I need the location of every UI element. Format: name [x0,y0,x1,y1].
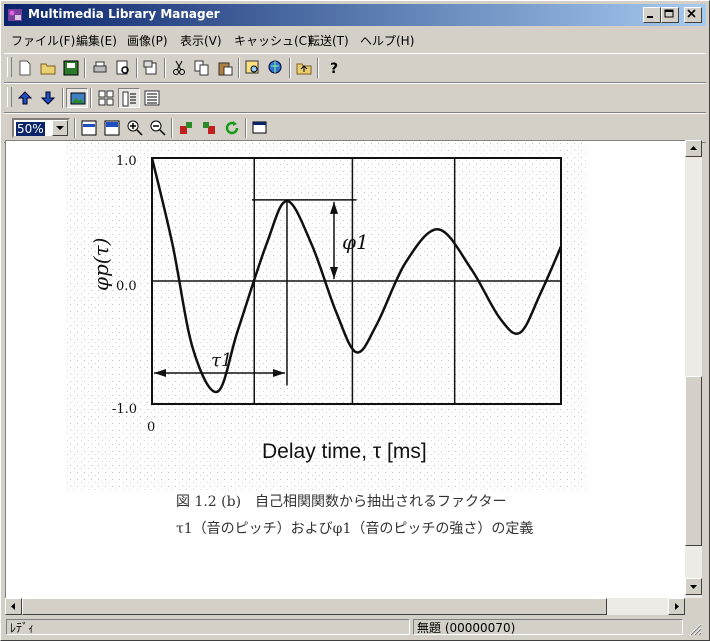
toolbar-separator [238,58,240,78]
vertical-scrollbar[interactable] [685,140,702,599]
x-axis-label: Delay time, τ [ms] [262,440,427,463]
new-document-icon[interactable] [14,58,36,78]
y-tick-1: 1.0 [116,154,137,169]
menu-file[interactable]: ファイル(F) [11,32,75,49]
fit-page-icon[interactable] [101,118,123,138]
x-tick-0: 0 [147,420,155,435]
minimize-button[interactable] [643,7,661,23]
tau-annotation: τ1 [211,350,232,371]
print-preview-icon[interactable] [112,58,134,78]
toolbar-separator [62,88,64,108]
window-title: Multimedia Library Manager [28,7,220,21]
toolbar-separator [90,88,92,108]
next-arrow-icon[interactable] [37,88,59,108]
toolbar-separator [245,118,247,138]
horizontal-scroll-thumb[interactable] [22,598,607,615]
toolbar-separator [289,58,291,78]
fit-width-icon[interactable] [78,118,100,138]
paste-icon[interactable] [214,58,236,78]
title-bar[interactable]: Multimedia Library Manager [4,4,706,26]
zoom-value: 50% [16,122,45,136]
menu-view[interactable]: 表示(V) [180,32,222,49]
zoom-out-icon[interactable] [147,118,169,138]
scan-noise [66,141,586,491]
vertical-scroll-thumb[interactable] [685,376,702,546]
zoom-in-icon[interactable] [124,118,146,138]
rotate-left-icon[interactable] [175,118,197,138]
toolbar-separator [171,118,173,138]
menu-bar: ファイル(F) 編集(E) 画像(P) 表示(V) キャッシュ(C) 転送(T)… [4,29,706,51]
toolbar-separator [74,118,76,138]
status-ready: ﾚﾃﾞｨ [6,619,410,635]
save-image-icon[interactable] [60,58,82,78]
scroll-down-button[interactable] [685,578,702,595]
up-folder-icon[interactable] [293,58,315,78]
image-viewport[interactable]: 1.0 0.0 -1.0 0 φp(τ) Delay time, τ [ms] … [5,140,686,599]
scroll-right-button[interactable] [668,598,685,615]
previous-arrow-icon[interactable] [14,88,36,108]
image-view-icon[interactable] [66,88,88,108]
app-icon[interactable] [7,7,23,23]
toolbar-grip[interactable] [7,57,12,77]
figure-caption-line2: τ1（音のピッチ）およびφ1（音のピッチの強さ）の定義 [176,521,534,537]
toolbar-separator [317,58,319,78]
menu-transfer[interactable]: 転送(T) [308,32,349,49]
phi-annotation: φ1 [342,230,369,254]
menu-edit[interactable]: 編集(E) [76,32,117,49]
refresh-icon[interactable] [221,118,243,138]
status-bar: ﾚﾃﾞｨ 無題 (00000070) [4,618,706,638]
resize-grip-icon[interactable] [688,622,702,639]
scroll-left-button[interactable] [5,598,22,615]
help-icon[interactable]: ? [323,58,345,78]
cut-icon[interactable] [168,58,190,78]
copy-icon[interactable] [191,58,213,78]
menu-help[interactable]: ヘルプ(H) [360,32,414,49]
zoom-toolbar: 50% [4,113,706,143]
find-image-icon[interactable] [242,58,264,78]
toolbar-separator [136,58,138,78]
chevron-down-icon[interactable] [52,120,68,136]
standard-toolbar: ? [4,53,706,83]
print-icon[interactable] [89,58,111,78]
horizontal-scrollbar[interactable] [5,598,685,615]
y-axis-label: φp(τ) [89,238,113,291]
page-setup-icon[interactable] [140,58,162,78]
scrollbar-corner [685,598,702,615]
navigation-toolbar [4,83,706,113]
close-button[interactable] [684,7,702,23]
rotate-right-icon[interactable] [198,118,220,138]
details-view-icon[interactable] [141,88,163,108]
menu-image[interactable]: 画像(P) [127,32,168,49]
open-folder-icon[interactable] [37,58,59,78]
application-window: Multimedia Library Manager ファイル(F) 編集(E)… [0,0,710,641]
toolbar-grip[interactable] [7,87,12,107]
toolbar-separator [84,58,86,78]
menu-cache[interactable]: キャッシュ(C) [234,32,312,49]
full-screen-icon[interactable] [249,118,271,138]
status-document: 無題 (00000070) [413,619,683,635]
y-tick-0: 0.0 [116,279,137,294]
maximize-button[interactable] [661,7,679,23]
web-search-icon[interactable] [265,58,287,78]
zoom-dropdown[interactable]: 50% [12,118,70,138]
y-tick-neg1: -1.0 [112,402,137,417]
scroll-up-button[interactable] [685,140,702,157]
list-view-icon[interactable] [118,88,140,108]
svg-text:?: ? [330,61,338,76]
large-icons-icon[interactable] [95,88,117,108]
figure-caption-line1: 図 1.2 (b) 自己相関関数から抽出されるファクター [176,494,507,510]
toolbar-separator [164,58,166,78]
